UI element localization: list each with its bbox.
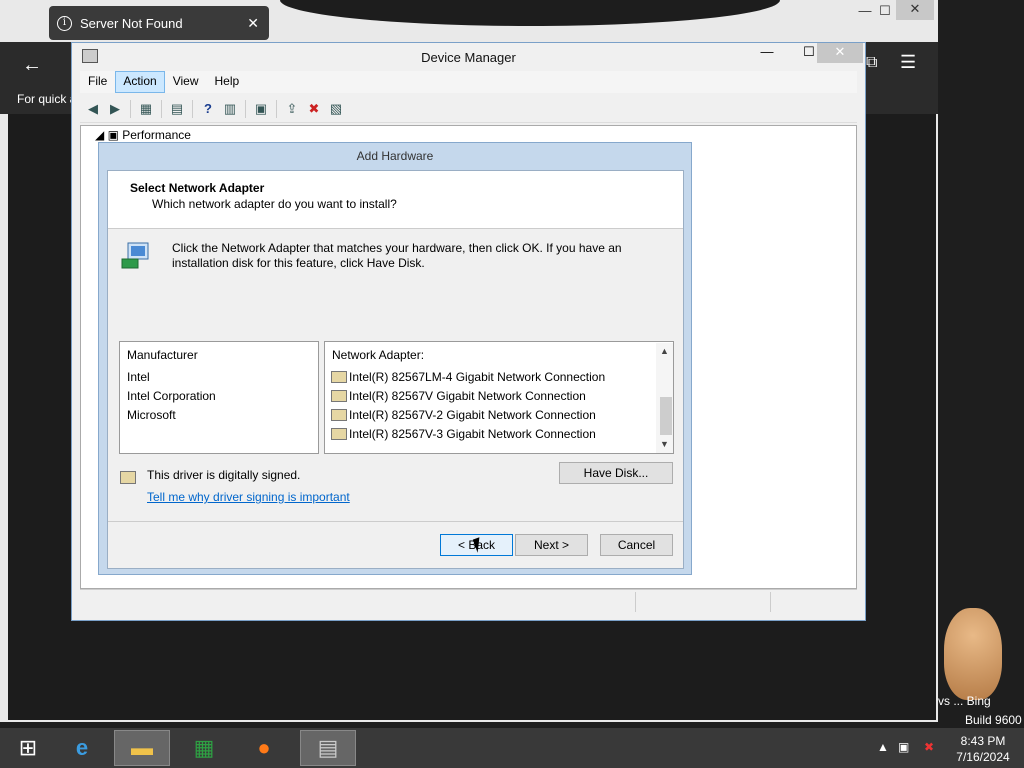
view-icon[interactable]: ▥ bbox=[221, 100, 239, 118]
help-icon[interactable]: ? bbox=[199, 100, 217, 118]
close-icon[interactable]: ✕ bbox=[247, 15, 259, 32]
forward-icon[interactable]: ▶ bbox=[106, 100, 124, 118]
dialog-heading: Select Network Adapter bbox=[130, 181, 265, 195]
close-button[interactable]: ✕ bbox=[896, 0, 934, 20]
have-disk-button[interactable]: Have Disk... bbox=[559, 462, 673, 484]
back-arrow-icon[interactable]: ← bbox=[22, 54, 42, 77]
menu-file[interactable]: File bbox=[80, 71, 115, 93]
internet-explorer-icon[interactable]: e bbox=[54, 730, 110, 766]
status-bar bbox=[80, 589, 857, 613]
scroll-up-arrow-icon[interactable]: ▲ bbox=[656, 343, 673, 360]
dialog-header: Select Network Adapter Which network ada… bbox=[108, 171, 683, 229]
list-item-label: Intel(R) 82567V Gigabit Network Connecti… bbox=[349, 389, 586, 403]
add-hardware-dialog: Add Hardware Select Network Adapter Whic… bbox=[98, 142, 692, 575]
taskbar: ⊞ e ▬ ▦ ● ▤ bbox=[0, 728, 1024, 768]
notification-toast: i Server Not Found ✕ bbox=[49, 6, 269, 40]
adapter-icon bbox=[331, 390, 347, 402]
status-divider bbox=[635, 592, 636, 612]
window-title: Device Manager bbox=[421, 50, 516, 65]
desktop-watermark-text: vs ... Bing bbox=[938, 694, 991, 708]
menu-icon[interactable]: ☰ bbox=[900, 52, 916, 73]
build-number: Build 9600 bbox=[965, 713, 1022, 727]
driver-signing-link[interactable]: Tell me why driver signing is important bbox=[147, 490, 350, 504]
volume-muted-icon[interactable]: ✖ bbox=[924, 740, 934, 754]
disable-icon[interactable]: ▧ bbox=[327, 100, 345, 118]
list-item[interactable]: Intel bbox=[127, 370, 150, 384]
vertical-scrollbar[interactable]: ▲ ▼ bbox=[656, 343, 673, 453]
toolbar: ◀ ▶ ▦ ▤ ? ▥ ▣ ⇪ ✖ ▧ bbox=[80, 95, 857, 123]
list-item[interactable]: Intel(R) 82567V Gigabit Network Connecti… bbox=[331, 389, 586, 403]
taskbar-clock[interactable]: 8:43 PM 7/16/2024 bbox=[948, 733, 1018, 765]
scroll-thumb[interactable] bbox=[660, 397, 672, 435]
start-button-windows-icon[interactable]: ⊞ bbox=[0, 730, 56, 766]
firefox-icon[interactable]: ● bbox=[236, 730, 292, 766]
divider bbox=[108, 521, 683, 522]
file-explorer-icon[interactable]: ▬ bbox=[114, 730, 170, 766]
adapter-header: Network Adapter: bbox=[332, 348, 425, 362]
network-adapter-icon bbox=[121, 242, 149, 269]
toolbar-separator bbox=[192, 99, 193, 118]
toast-text: Server Not Found bbox=[80, 15, 183, 31]
tree-item-label: Performance bbox=[122, 128, 191, 142]
toolbar-separator bbox=[245, 99, 246, 118]
list-item[interactable]: Intel(R) 82567V-3 Gigabit Network Connec… bbox=[331, 427, 596, 441]
network-status-icon[interactable]: ▣ bbox=[898, 740, 909, 754]
clock-time: 8:43 PM bbox=[960, 734, 1006, 748]
cancel-button[interactable]: Cancel bbox=[600, 534, 673, 556]
adapter-icon bbox=[331, 428, 347, 440]
list-item[interactable]: Microsoft bbox=[127, 408, 176, 422]
adapter-icon bbox=[331, 409, 347, 421]
scroll-down-arrow-icon[interactable]: ▼ bbox=[656, 436, 673, 453]
close-button[interactable]: ✕ bbox=[817, 43, 863, 63]
properties-icon[interactable]: ▤ bbox=[168, 100, 186, 118]
toolbar-separator bbox=[161, 99, 162, 118]
dialog-title: Add Hardware bbox=[356, 149, 434, 163]
dialog-description: Click the Network Adapter that matches y… bbox=[172, 241, 622, 270]
extension-icon[interactable]: ⧉ bbox=[866, 54, 877, 72]
browser-hint-text: For quick a bbox=[17, 92, 77, 106]
status-divider bbox=[770, 592, 771, 612]
signed-status: This driver is digitally signed. bbox=[147, 468, 301, 482]
dialog-subheading: Which network adapter do you want to ins… bbox=[152, 197, 397, 211]
list-item-label: Intel(R) 82567V-3 Gigabit Network Connec… bbox=[349, 427, 596, 441]
menu-bar: File Action View Help bbox=[80, 71, 857, 93]
minimize-button[interactable]: — bbox=[754, 43, 780, 63]
list-item[interactable]: Intel(R) 82567LM-4 Gigabit Network Conne… bbox=[331, 370, 605, 384]
show-hidden-icons-icon[interactable]: ▲ bbox=[877, 740, 889, 754]
back-icon[interactable]: ◀ bbox=[84, 100, 102, 118]
info-icon: i bbox=[57, 15, 72, 31]
menu-action[interactable]: Action bbox=[115, 71, 165, 93]
toolbar-separator bbox=[130, 99, 131, 118]
list-item[interactable]: Intel(R) 82567V-2 Gigabit Network Connec… bbox=[331, 408, 596, 422]
manufacturer-list[interactable]: Manufacturer Intel Intel Corporation Mic… bbox=[119, 341, 319, 454]
show-hide-tree-icon[interactable]: ▦ bbox=[137, 100, 155, 118]
toolbar-separator bbox=[276, 99, 277, 118]
network-adapter-list[interactable]: Network Adapter: Intel(R) 82567LM-4 Giga… bbox=[324, 341, 674, 454]
dialog-body: Select Network Adapter Which network ada… bbox=[107, 170, 684, 569]
tree-item-performance[interactable]: ◢ ▣ Performance bbox=[95, 128, 191, 142]
next-button[interactable]: Next > bbox=[515, 534, 588, 556]
adapter-icon bbox=[331, 371, 347, 383]
scan-hardware-icon[interactable]: ▣ bbox=[252, 100, 270, 118]
update-driver-icon[interactable]: ⇪ bbox=[283, 100, 301, 118]
certificate-icon bbox=[120, 471, 136, 484]
list-item[interactable]: Intel Corporation bbox=[127, 389, 216, 403]
clock-date: 7/16/2024 bbox=[956, 750, 1010, 764]
store-icon[interactable]: ▦ bbox=[176, 730, 232, 766]
menu-view[interactable]: View bbox=[165, 71, 207, 93]
list-item-label: Intel(R) 82567V-2 Gigabit Network Connec… bbox=[349, 408, 596, 422]
window-titlebar: Device Manager — ☐ ✕ bbox=[72, 43, 865, 71]
menu-help[interactable]: Help bbox=[207, 71, 248, 93]
list-item-label: Intel(R) 82567LM-4 Gigabit Network Conne… bbox=[349, 370, 606, 384]
device-manager-taskbar-icon[interactable]: ▤ bbox=[300, 730, 356, 766]
hamster-image bbox=[944, 608, 1002, 700]
manufacturer-header: Manufacturer bbox=[127, 348, 198, 362]
uninstall-icon[interactable]: ✖ bbox=[305, 100, 323, 118]
